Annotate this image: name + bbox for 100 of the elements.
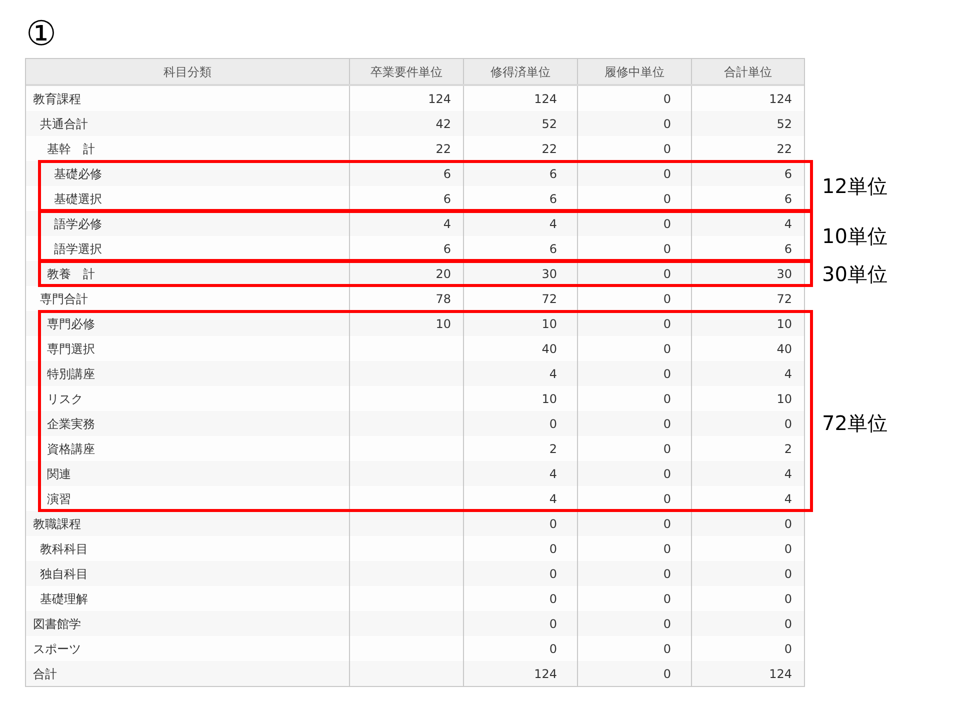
value-cell-text: 0 bbox=[663, 440, 671, 458]
value-cell-text: 124 bbox=[769, 666, 792, 682]
annotation-label: 12単位 bbox=[822, 174, 888, 198]
value-cell-text: 4 bbox=[549, 216, 557, 232]
value-cell-text: 0 bbox=[549, 416, 557, 432]
section-number: ① bbox=[26, 14, 56, 54]
value-cell-text: 0 bbox=[663, 616, 671, 632]
value-cell-text: 0 bbox=[663, 166, 671, 182]
value-cell-text: 10 bbox=[436, 316, 451, 332]
value-cell-text: 78 bbox=[436, 290, 451, 308]
value-cell-text: 124 bbox=[769, 90, 792, 108]
value-cell-text: 0 bbox=[549, 516, 557, 532]
value-cell-text: 0 bbox=[784, 416, 792, 432]
value-cell-text: 6 bbox=[549, 240, 557, 258]
value-cell-text: 0 bbox=[663, 90, 671, 108]
value-cell-text: 6 bbox=[784, 240, 792, 258]
value-cell-text: 0 bbox=[663, 190, 671, 208]
value-cell-text: 0 bbox=[663, 266, 671, 282]
value-cell-text: 0 bbox=[663, 316, 671, 332]
category-cell-text: 教養 計 bbox=[47, 266, 95, 282]
value-cell-text: 40 bbox=[776, 340, 792, 358]
value-cell-text: 0 bbox=[784, 590, 792, 608]
value-cell-text: 4 bbox=[784, 216, 792, 232]
value-cell-text: 0 bbox=[663, 290, 671, 308]
category-cell-text: 基礎選択 bbox=[54, 190, 102, 208]
category-cell-text: 演習 bbox=[47, 490, 71, 508]
value-cell-text: 6 bbox=[443, 166, 451, 182]
column-header: 修得済単位 bbox=[463, 59, 577, 84]
value-cell-text: 124 bbox=[534, 666, 557, 682]
value-cell-text: 0 bbox=[784, 640, 792, 658]
category-cell-text: 合計 bbox=[33, 666, 57, 682]
category-cell-text: 独自科目 bbox=[40, 566, 88, 582]
value-cell-text: 6 bbox=[549, 190, 557, 208]
annotation-label: 10単位 bbox=[822, 224, 888, 248]
value-cell-text: 0 bbox=[663, 240, 671, 258]
column-header: 科目分類 bbox=[162, 64, 212, 80]
value-cell-text: 4 bbox=[443, 216, 451, 232]
category-cell-text: 共通合計 bbox=[40, 116, 88, 132]
value-cell-text: 4 bbox=[784, 366, 792, 382]
category-cell-text: 企業実務 bbox=[47, 416, 95, 432]
value-cell-text: 10 bbox=[542, 316, 557, 332]
value-cell-text: 6 bbox=[443, 240, 451, 258]
value-cell-text: 0 bbox=[549, 566, 557, 582]
value-cell-text: 42 bbox=[436, 116, 451, 132]
value-cell-text: 0 bbox=[784, 540, 792, 558]
value-cell-text: 0 bbox=[663, 590, 671, 608]
category-cell-text: 教育課程 bbox=[33, 90, 81, 108]
value-cell-text: 0 bbox=[663, 340, 671, 358]
value-cell-text: 0 bbox=[663, 516, 671, 532]
value-cell-text: 0 bbox=[663, 666, 671, 682]
value-cell-text: 10 bbox=[776, 390, 792, 408]
value-cell-text: 4 bbox=[784, 490, 792, 508]
value-cell-text: 20 bbox=[436, 266, 451, 282]
category-cell-text: 資格講座 bbox=[47, 440, 95, 458]
category-cell-text: 関連 bbox=[47, 466, 71, 482]
category-cell-text: 教職課程 bbox=[33, 516, 81, 532]
category-cell-text: 基礎理解 bbox=[40, 590, 88, 608]
annotation-label: 30単位 bbox=[822, 262, 888, 286]
value-cell-text: 0 bbox=[549, 540, 557, 558]
value-cell-text: 0 bbox=[549, 590, 557, 608]
value-cell-text: 40 bbox=[542, 340, 557, 358]
value-cell-text: 0 bbox=[663, 416, 671, 432]
value-cell-text: 22 bbox=[436, 140, 451, 158]
category-cell-text: 専門必修 bbox=[47, 316, 95, 332]
category-cell-text: 特別講座 bbox=[47, 366, 95, 382]
value-cell-text: 0 bbox=[784, 616, 792, 632]
value-cell-text: 124 bbox=[534, 90, 557, 108]
category-cell-text: 語学選択 bbox=[54, 240, 102, 258]
value-cell-text: 30 bbox=[776, 266, 792, 282]
value-cell-text: 6 bbox=[784, 190, 792, 208]
category-cell-text: 教科科目 bbox=[40, 540, 88, 558]
category-cell-text: 専門合計 bbox=[40, 290, 88, 308]
value-cell-text: 2 bbox=[784, 440, 792, 458]
value-cell-text: 0 bbox=[663, 216, 671, 232]
value-cell-text: 22 bbox=[776, 140, 792, 158]
category-cell-text: 語学必修 bbox=[54, 216, 102, 232]
category-cell-text: 基幹 計 bbox=[47, 140, 95, 158]
value-cell-text: 0 bbox=[549, 616, 557, 632]
value-cell-text: 0 bbox=[663, 390, 671, 408]
value-cell-text: 0 bbox=[663, 566, 671, 582]
value-cell-text: 0 bbox=[784, 566, 792, 582]
value-cell-text: 0 bbox=[663, 140, 671, 158]
value-cell-text: 4 bbox=[549, 366, 557, 382]
value-cell-text: 0 bbox=[784, 516, 792, 532]
category-cell-text: 図書館学 bbox=[33, 616, 81, 632]
category-cell-text: リスク bbox=[47, 390, 83, 408]
value-cell-text: 4 bbox=[549, 490, 557, 508]
value-cell-text: 0 bbox=[663, 490, 671, 508]
value-cell-text: 72 bbox=[776, 290, 792, 308]
value-cell-text: 6 bbox=[784, 166, 792, 182]
value-cell-text: 0 bbox=[663, 466, 671, 482]
value-cell-text: 0 bbox=[549, 640, 557, 658]
value-cell-text: 4 bbox=[549, 466, 557, 482]
value-cell-text: 22 bbox=[542, 140, 557, 158]
column-header: 合計単位 bbox=[691, 59, 804, 84]
value-cell-text: 0 bbox=[663, 640, 671, 658]
value-cell-text: 0 bbox=[663, 116, 671, 132]
value-cell-text: 0 bbox=[663, 540, 671, 558]
value-cell-text: 10 bbox=[776, 316, 792, 332]
value-cell-text: 52 bbox=[776, 116, 792, 132]
